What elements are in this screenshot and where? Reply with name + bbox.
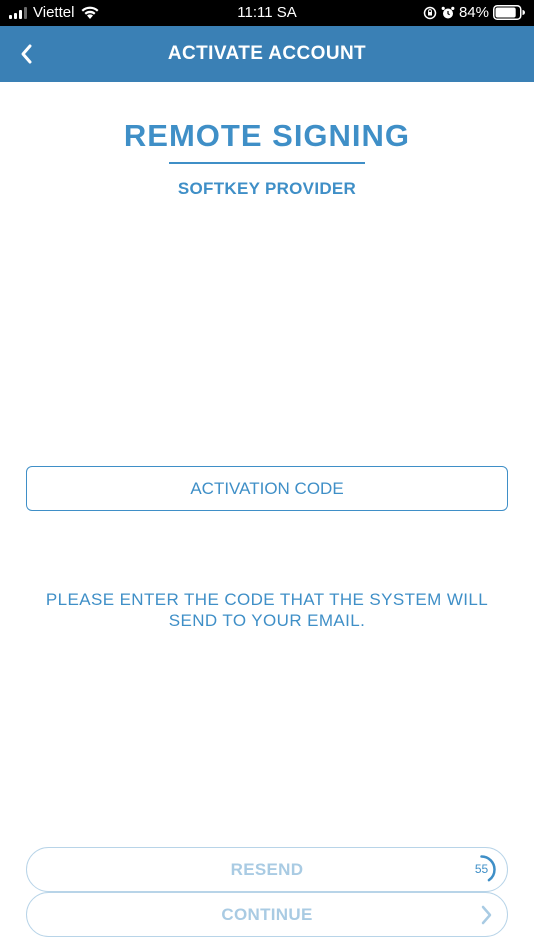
page-title: ACTIVATE ACCOUNT [167, 43, 367, 64]
battery-percent: 84% [458, 4, 489, 21]
resend-button[interactable]: RESEND 55 [26, 847, 508, 892]
hero-divider [169, 162, 365, 164]
hero-subtitle: SOFTKEY PROVIDER [177, 179, 357, 198]
nav-bar: ACTIVATE ACCOUNT [0, 26, 534, 82]
resend-label: RESEND [230, 859, 304, 879]
continue-button[interactable]: CONTINUE [26, 892, 508, 937]
orientation-lock-icon [423, 6, 437, 19]
chevron-right-icon [481, 905, 492, 925]
instruction-text: PLEASE ENTER THE CODE THAT THE SYSTEM WI… [45, 590, 489, 630]
countdown-value: 55 [474, 862, 489, 876]
status-bar: Viettel 11:11 SA 84% [0, 0, 534, 26]
continue-label: CONTINUE [221, 904, 313, 924]
alarm-icon [441, 6, 455, 18]
battery-icon [493, 5, 525, 20]
status-right: 84% [423, 4, 525, 21]
activation-code-input[interactable] [26, 466, 508, 511]
countdown-timer: 55 [466, 854, 497, 885]
hero-title: REMOTE SIGNING [123, 118, 411, 153]
